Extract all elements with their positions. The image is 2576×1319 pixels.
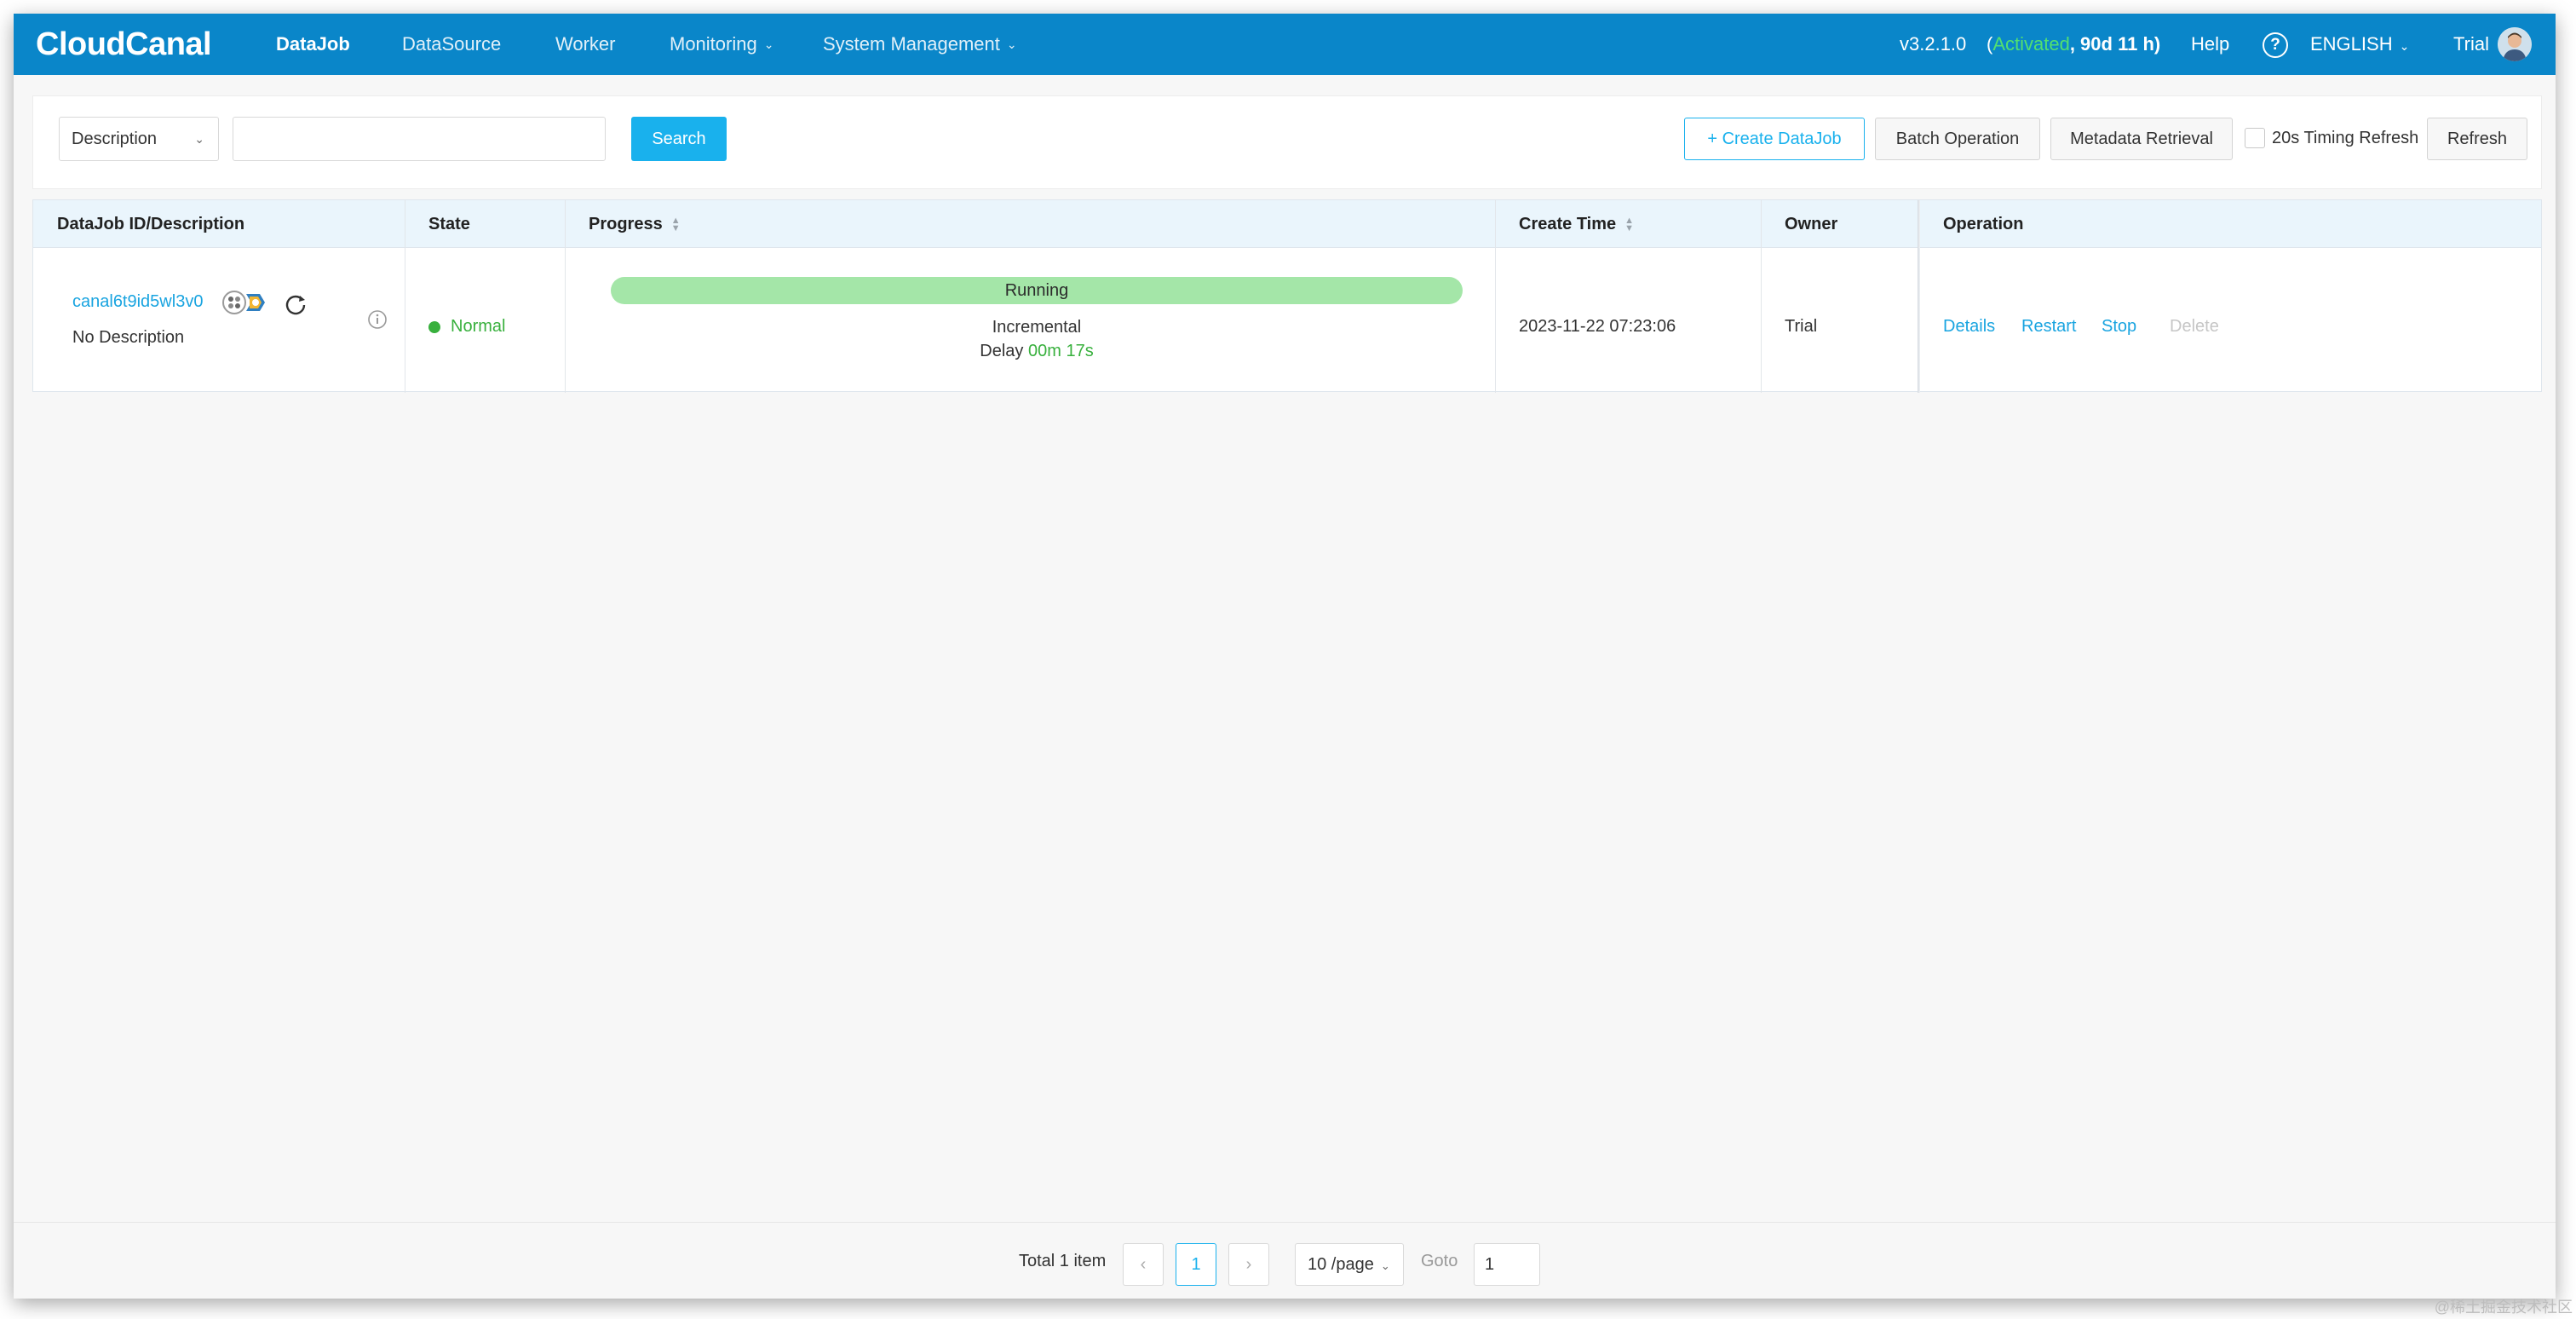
nav-worker-label: Worker bbox=[555, 33, 616, 55]
table-header: DataJob ID/Description State Progress ▲ ▼ … bbox=[33, 200, 2541, 248]
nav-system-management-label: System Management bbox=[823, 33, 1000, 55]
prev-page-button[interactable]: ‹ bbox=[1123, 1243, 1164, 1286]
nav-monitoring-label: Monitoring bbox=[670, 33, 757, 55]
goto-label: Goto bbox=[1421, 1252, 1458, 1270]
datajob-table: DataJob ID/Description State Progress ▲ ▼ … bbox=[32, 199, 2542, 393]
column-divider bbox=[1761, 200, 1762, 393]
goto-page-input[interactable] bbox=[1474, 1243, 1540, 1286]
license-info: (Activated, 90d 11 h) bbox=[1987, 14, 2160, 75]
create-time: 2023-11-22 07:23:06 bbox=[1519, 317, 1676, 336]
question-circle-icon[interactable]: ? bbox=[2263, 32, 2288, 58]
progress-bar: Running bbox=[611, 277, 1463, 304]
timing-refresh-label[interactable]: 20s Timing Refresh bbox=[2272, 117, 2418, 159]
fixed-column-divider bbox=[1918, 200, 1920, 393]
chevron-down-icon: ⌄ bbox=[1006, 37, 1017, 51]
column-header-create-time-label: Create Time bbox=[1519, 215, 1617, 233]
timing-refresh-checkbox[interactable] bbox=[2245, 128, 2265, 148]
metadata-retrieval-button[interactable]: Metadata Retrieval bbox=[2050, 118, 2233, 160]
progress-delay: Delay 00m 17s bbox=[611, 342, 1463, 361]
progress-phase: Incremental bbox=[992, 318, 1082, 337]
column-header-state: State bbox=[428, 215, 470, 233]
source-target-db-icon bbox=[221, 289, 268, 320]
search-input[interactable] bbox=[233, 117, 606, 161]
chevron-down-icon: ⌄ bbox=[2399, 39, 2410, 53]
refresh-button[interactable]: Refresh bbox=[2427, 118, 2527, 160]
nav-datajob[interactable]: DataJob bbox=[276, 14, 350, 75]
column-header-operation: Operation bbox=[1943, 215, 2024, 233]
datajob-id-link[interactable]: canal6t9id5wl3v0 bbox=[72, 292, 203, 312]
version-label: v3.2.1.0 bbox=[1900, 33, 1967, 55]
total-count: Total 1 item bbox=[1019, 1252, 1107, 1270]
license-status: Activated bbox=[1992, 33, 2070, 55]
delay-value: 00m 17s bbox=[1027, 342, 1094, 360]
help-link[interactable]: Help bbox=[2191, 14, 2229, 75]
column-header-owner: Owner bbox=[1785, 215, 1838, 233]
status-badge: Normal bbox=[451, 317, 506, 336]
column-header-progress[interactable]: Progress ▲ ▼ bbox=[589, 200, 681, 248]
filter-field-select[interactable]: Description ⌄ bbox=[59, 117, 219, 161]
pagination-bar: Total 1 item ‹ 1 › 10 /page ⌄ Goto bbox=[14, 1222, 2556, 1299]
create-datajob-button[interactable]: + Create DataJob bbox=[1684, 118, 1865, 160]
delay-label: Delay bbox=[980, 342, 1024, 360]
page-size-select[interactable]: 10 /page ⌄ bbox=[1295, 1243, 1404, 1286]
column-header-progress-label: Progress bbox=[589, 215, 663, 233]
column-divider bbox=[565, 200, 566, 393]
datajob-description: No Description bbox=[72, 328, 185, 347]
logo-text: CloudCanal bbox=[36, 26, 212, 62]
info-circle-icon[interactable] bbox=[367, 309, 388, 334]
search-button[interactable]: Search bbox=[631, 117, 727, 161]
chevron-down-icon: ⌄ bbox=[194, 132, 204, 146]
top-navigation-bar: CloudCanal DataJob DataSource Worker Mon… bbox=[14, 14, 2556, 75]
nav-system-management[interactable]: System Management ⌄ bbox=[823, 14, 1017, 75]
page-size-value: 10 /page bbox=[1308, 1255, 1374, 1274]
sort-icon[interactable]: ▲ ▼ bbox=[1624, 216, 1634, 233]
restart-link[interactable]: Restart bbox=[2021, 317, 2076, 337]
nav-datasource-label: DataSource bbox=[402, 33, 502, 55]
column-header-create-time[interactable]: Create Time ▲ ▼ bbox=[1519, 200, 1634, 248]
filter-toolbar: Description ⌄ Search + Create DataJob Ba… bbox=[32, 95, 2542, 189]
watermark-text: @稀土掘金技术社区 bbox=[2434, 1299, 2573, 1316]
filter-field-value: Description bbox=[72, 130, 158, 148]
chevron-down-icon: ⌄ bbox=[1380, 1259, 1390, 1272]
status-dot bbox=[428, 321, 440, 333]
cloudcanal-logo[interactable]: CloudCanal bbox=[36, 24, 212, 65]
language-selector[interactable]: ENGLISH ⌄ bbox=[2310, 14, 2409, 75]
delete-link: Delete bbox=[2170, 317, 2219, 336]
avatar-icon bbox=[2498, 27, 2532, 61]
app-window: CloudCanal DataJob DataSource Worker Mon… bbox=[14, 14, 2556, 1299]
owner: Trial bbox=[1785, 317, 1818, 336]
column-divider bbox=[1495, 200, 1496, 393]
page-1-button[interactable]: 1 bbox=[1176, 1243, 1216, 1286]
license-remaining: , 90d 11 h) bbox=[2069, 33, 2161, 55]
sync-refresh-icon[interactable] bbox=[284, 292, 308, 320]
sort-icon[interactable]: ▲ ▼ bbox=[671, 216, 681, 233]
chevron-down-icon: ⌄ bbox=[763, 37, 774, 51]
nav-worker[interactable]: Worker bbox=[555, 14, 616, 75]
stop-link[interactable]: Stop bbox=[2102, 317, 2136, 337]
nav-datajob-label: DataJob bbox=[276, 33, 350, 55]
nav-monitoring[interactable]: Monitoring ⌄ bbox=[670, 14, 773, 75]
details-link[interactable]: Details bbox=[1943, 317, 1995, 337]
user-name[interactable]: Trial bbox=[2453, 14, 2489, 75]
language-label: ENGLISH bbox=[2310, 33, 2393, 55]
next-page-button[interactable]: › bbox=[1228, 1243, 1269, 1286]
nav-datasource[interactable]: DataSource bbox=[402, 14, 501, 75]
batch-operation-button[interactable]: Batch Operation bbox=[1875, 118, 2040, 160]
column-header-id: DataJob ID/Description bbox=[57, 215, 245, 233]
user-avatar[interactable] bbox=[2498, 27, 2532, 61]
